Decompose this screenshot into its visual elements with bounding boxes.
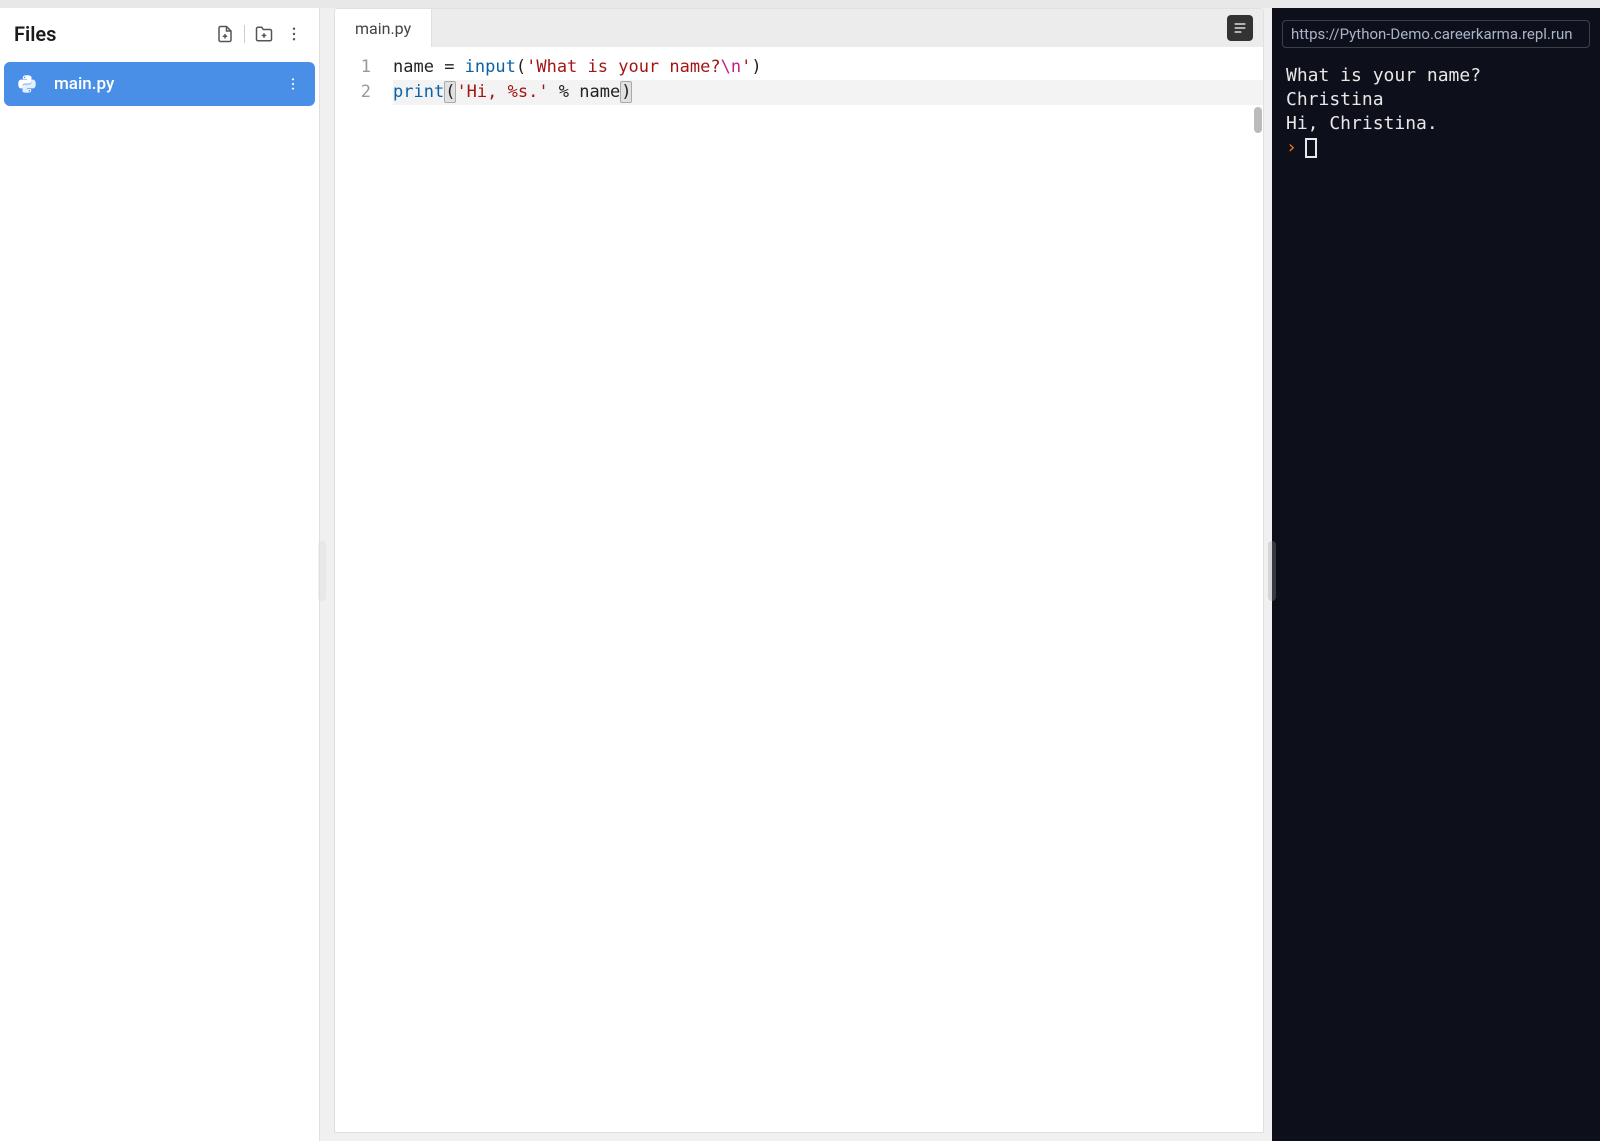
- more-options-icon[interactable]: [283, 23, 305, 45]
- code-content[interactable]: name = input('What is your name?\n') pri…: [381, 47, 1263, 1132]
- token-paren-highlighted: ): [620, 81, 632, 103]
- code-line-1[interactable]: name = input('What is your name?\n'): [393, 55, 1263, 80]
- file-name-label: main.py: [54, 74, 283, 94]
- console-panel: https://Python-Demo.careerkarma.repl.run…: [1272, 0, 1600, 1141]
- prompt-symbol: ›: [1286, 136, 1297, 160]
- token-variable: name: [579, 82, 620, 102]
- editor-panel: main.py 1 2 name = input('What is your n…: [320, 0, 1272, 1141]
- sidebar-resize-handle[interactable]: [318, 541, 326, 601]
- token-variable: name: [393, 57, 434, 77]
- editor-container: main.py 1 2 name = input('What is your n…: [334, 8, 1264, 1133]
- code-editor[interactable]: 1 2 name = input('What is your name?\n')…: [335, 47, 1263, 1132]
- console-prompt[interactable]: ›: [1286, 136, 1586, 160]
- sidebar-title: Files: [14, 22, 56, 46]
- token-string: 'Hi, %s.': [456, 82, 548, 102]
- token-builtin: input: [465, 57, 516, 77]
- token-paren: ): [751, 57, 761, 77]
- new-file-icon[interactable]: [214, 23, 236, 45]
- file-item-main-py[interactable]: main.py: [4, 62, 315, 106]
- console-url-text: https://Python-Demo.careerkarma.repl.run: [1291, 25, 1573, 43]
- action-divider: [244, 25, 245, 43]
- cursor-icon: [1305, 138, 1317, 158]
- token-builtin: print: [393, 82, 444, 102]
- editor-toolbar: [1227, 15, 1253, 41]
- console-line: What is your name?: [1286, 64, 1586, 88]
- new-folder-icon[interactable]: [253, 23, 275, 45]
- token-string: ': [741, 57, 751, 77]
- token-paren: (: [516, 57, 526, 77]
- format-or-markdown-icon[interactable]: [1227, 15, 1253, 41]
- token-operator: %: [549, 82, 580, 102]
- editor-scrollbar[interactable]: [1254, 107, 1262, 133]
- line-number-gutter: 1 2: [335, 47, 381, 1132]
- token-operator: =: [434, 57, 465, 77]
- token-escape: \n: [721, 57, 741, 77]
- file-list: main.py: [0, 60, 319, 108]
- sidebar-actions: [214, 23, 305, 45]
- line-number: 1: [335, 55, 371, 80]
- tab-main-py[interactable]: main.py: [335, 9, 432, 47]
- console-line: Christina: [1286, 88, 1586, 112]
- tab-label: main.py: [355, 19, 411, 38]
- files-sidebar: Files: [0, 0, 320, 1141]
- console-resize-handle[interactable]: [1268, 541, 1276, 601]
- file-item-menu-icon[interactable]: [283, 76, 303, 92]
- code-line-2[interactable]: print('Hi, %s.' % name): [393, 80, 1263, 105]
- console-url-field[interactable]: https://Python-Demo.careerkarma.repl.run: [1282, 20, 1590, 48]
- editor-tab-bar: main.py: [335, 9, 1263, 47]
- console-line: Hi, Christina.: [1286, 112, 1586, 136]
- token-paren-highlighted: (: [444, 81, 456, 103]
- console-output[interactable]: What is your name? Christina Hi, Christi…: [1272, 58, 1600, 1141]
- sidebar-header: Files: [0, 8, 319, 60]
- top-divider: [0, 0, 1600, 8]
- token-string: 'What is your name?: [526, 57, 720, 77]
- line-number: 2: [335, 80, 371, 105]
- python-icon: [16, 73, 38, 95]
